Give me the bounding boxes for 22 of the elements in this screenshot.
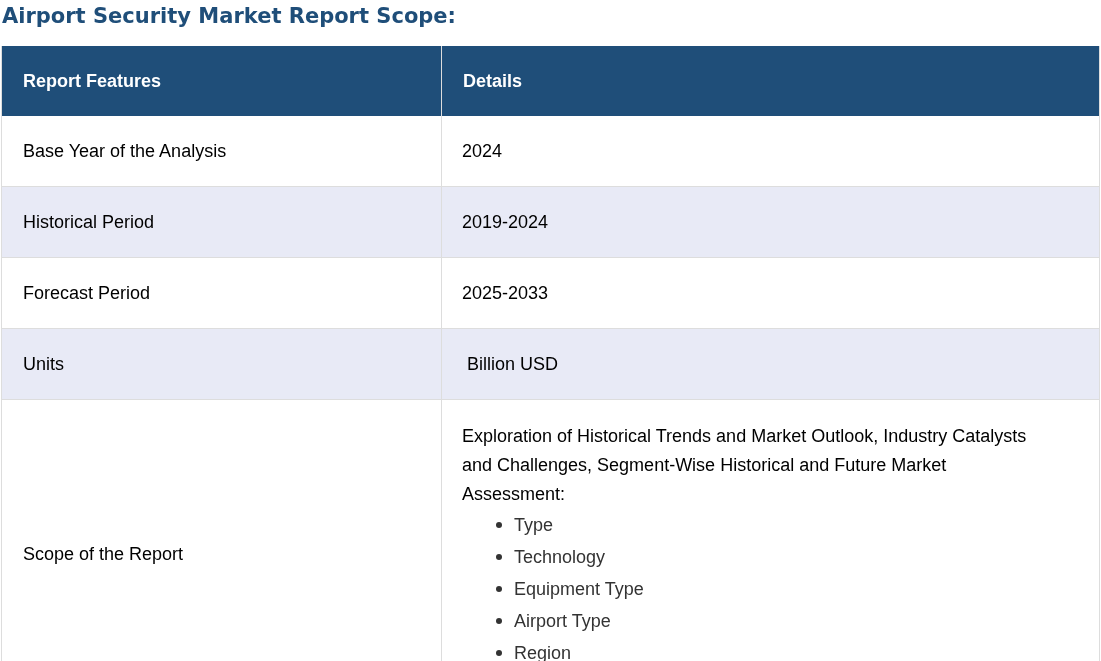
table-cell-text: 2024 — [462, 139, 504, 163]
list-item: Technology — [514, 545, 606, 569]
bullet-icon — [496, 586, 502, 592]
column-header: Details — [463, 69, 523, 93]
table-cell-text: Scope of the Report — [23, 543, 184, 566]
table-cell-text: 2019-2024 — [462, 210, 550, 234]
table-cell-text: Billion USD — [466, 352, 560, 376]
table-cell-text: Historical Period — [23, 210, 155, 234]
list-item: Airport Type — [514, 609, 611, 633]
table-cell-text: Base Year of the Analysis — [23, 139, 227, 163]
list-item: Type — [514, 513, 554, 537]
bullet-icon — [496, 650, 502, 656]
table-cell-text: 2025-2033 — [462, 281, 550, 305]
table-cell-text: Exploration of Historical Trends and Market Outlook, Industry Catalysts and Challenges, Segment-Wise Historical and Future Market Assessment: — [462, 425, 1028, 506]
table-cell-text: Units — [23, 352, 64, 376]
bullet-icon — [496, 618, 502, 624]
report-title: Airport Security Market Report Scope: — [1, 3, 457, 30]
list-item: Equipment Type — [514, 577, 644, 601]
bullet-icon — [496, 554, 502, 560]
bullet-icon — [496, 522, 502, 528]
table-cell-text: Forecast Period — [23, 281, 151, 305]
column-header: Report Features — [23, 69, 162, 93]
